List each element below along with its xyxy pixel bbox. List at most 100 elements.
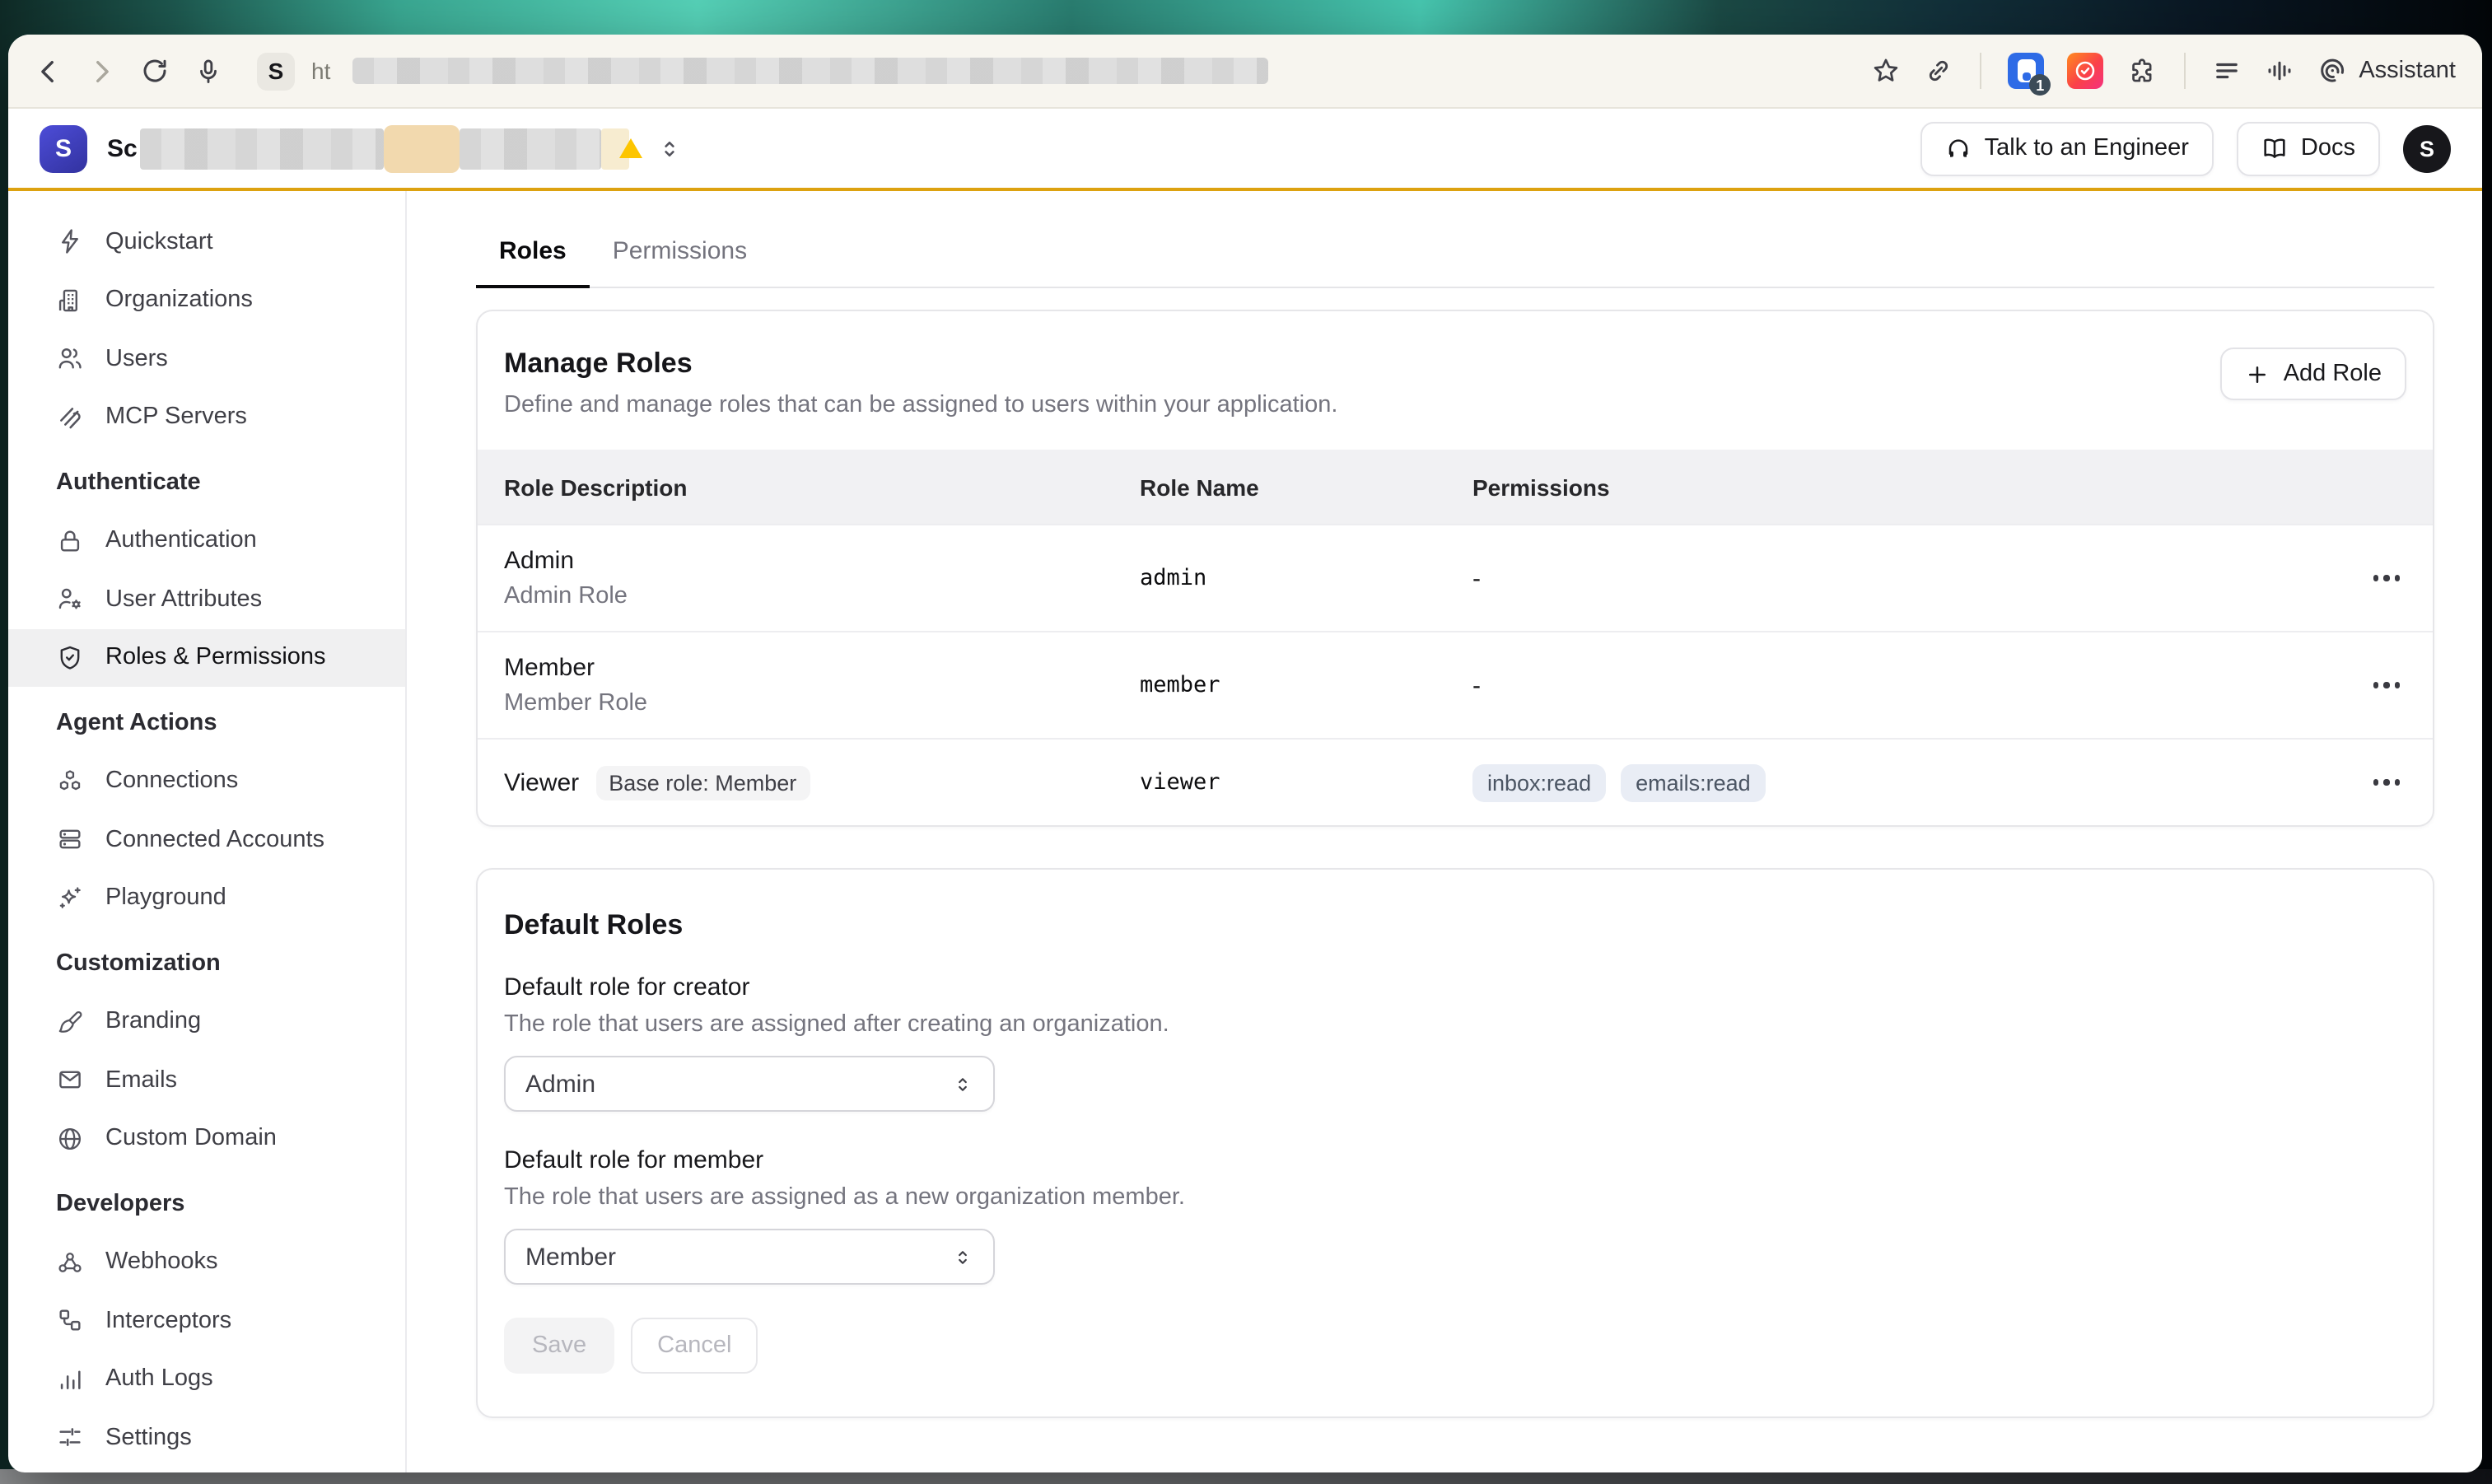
bookmark-star-icon[interactable]: [1871, 56, 1901, 86]
globe-icon: [56, 1125, 84, 1153]
sidebar-section-agent-actions: Agent Actions: [8, 693, 405, 752]
sidebar-item-custom-domain[interactable]: Custom Domain: [8, 1109, 405, 1168]
redacted-project-name: [141, 128, 643, 169]
sidebar-section-authenticate: Authenticate: [8, 453, 405, 511]
sidebar-item-connections[interactable]: Connections: [8, 752, 405, 810]
headphones-icon: [1945, 135, 1972, 161]
sidebar-item-label: Interceptors: [105, 1308, 231, 1334]
column-role-description: Role Description: [504, 474, 1140, 500]
table-row-member: Member Member Role member -: [478, 631, 2433, 738]
waveform-icon[interactable]: [2265, 56, 2294, 86]
sidebar-item-label: Roles & Permissions: [105, 645, 326, 671]
table-header: Role Description Role Name Permissions: [478, 450, 2433, 524]
interceptor-icon: [56, 1307, 84, 1335]
extension-red-clock-icon[interactable]: [2067, 53, 2103, 89]
cancel-button[interactable]: Cancel: [631, 1318, 758, 1374]
sidebar-item-label: Organizations: [105, 287, 253, 314]
sidebar-item-interceptors[interactable]: Interceptors: [8, 1291, 405, 1350]
chevrons-up-down-icon: [952, 1073, 973, 1094]
sidebar-item-label: Custom Domain: [105, 1126, 277, 1152]
role-slug: member: [1140, 672, 1472, 698]
row-menu-icon[interactable]: [2340, 770, 2433, 796]
sidebar-item-label: Connections: [105, 768, 238, 795]
toolbar-divider: [1980, 53, 1981, 89]
docs-button[interactable]: Docs: [2237, 121, 2380, 175]
sidebar-item-auth-logs[interactable]: Auth Logs: [8, 1350, 405, 1408]
forward-icon[interactable]: [87, 57, 115, 85]
chevrons-up-down-icon: [658, 136, 683, 161]
sidebar-item-emails[interactable]: Emails: [8, 1051, 405, 1109]
base-role-badge: Base role: Member: [595, 765, 810, 800]
sidebar-item-organizations[interactable]: Organizations: [8, 271, 405, 329]
column-role-name: Role Name: [1140, 474, 1472, 500]
talk-to-engineer-button[interactable]: Talk to an Engineer: [1920, 121, 2214, 175]
plus-icon: [2246, 362, 2270, 386]
sidebar-item-connected-accounts[interactable]: Connected Accounts: [8, 810, 405, 869]
assistant-label: Assistant: [2359, 58, 2456, 84]
row-menu-icon[interactable]: [2340, 673, 2433, 698]
assistant-button[interactable]: Assistant: [2317, 56, 2456, 86]
sparkles-icon: [56, 884, 84, 912]
save-button[interactable]: Save: [504, 1318, 614, 1374]
mic-icon[interactable]: [194, 57, 222, 85]
browser-window: S ht 1: [8, 35, 2482, 1472]
table-row-viewer: Viewer Base role: Member viewer inbox:re…: [478, 738, 2433, 825]
tab-roles[interactable]: Roles: [476, 234, 590, 288]
row-menu-icon[interactable]: [2340, 566, 2433, 591]
sidebar: Quickstart Organizations Users MCP Serve…: [8, 191, 407, 1472]
extension-blue-icon[interactable]: 1: [2008, 53, 2044, 89]
browser-toolbar: S ht 1: [8, 35, 2482, 109]
back-icon[interactable]: [35, 57, 63, 85]
sidebar-item-settings[interactable]: Settings: [8, 1408, 405, 1467]
warning-triangle-icon: [620, 138, 643, 158]
sidebar-item-user-attributes[interactable]: User Attributes: [8, 570, 405, 628]
sidebar-item-roles-permissions[interactable]: Roles & Permissions: [8, 628, 405, 687]
permissions-empty: -: [1472, 671, 2340, 699]
mail-icon: [56, 1066, 84, 1094]
sidebar-item-users[interactable]: Users: [8, 329, 405, 388]
sidebar-item-mcp-servers[interactable]: MCP Servers: [8, 388, 405, 446]
url-text[interactable]: ht: [311, 58, 330, 84]
member-label: Default role for member: [504, 1146, 2406, 1174]
sliders-icon: [56, 1424, 84, 1452]
bar-chart-icon: [56, 1365, 84, 1393]
sidebar-item-label: Auth Logs: [105, 1366, 213, 1393]
users-icon: [56, 345, 84, 373]
assistant-swirl-icon: [2317, 56, 2347, 86]
sidebar-item-quickstart[interactable]: Quickstart: [8, 212, 405, 271]
sidebar-item-label: Connected Accounts: [105, 827, 324, 853]
creator-role-value: Admin: [525, 1070, 595, 1098]
column-permissions: Permissions: [1472, 474, 2340, 500]
sidebar-item-webhooks[interactable]: Webhooks: [8, 1233, 405, 1291]
shield-check-icon: [56, 644, 84, 672]
toolbar-divider: [2184, 53, 2186, 89]
role-title: Member: [504, 654, 1140, 682]
puzzle-extensions-icon[interactable]: [2126, 55, 2158, 86]
sidebar-item-playground[interactable]: Playground: [8, 869, 405, 927]
permissions-empty: -: [1472, 564, 2340, 592]
tab-permissions[interactable]: Permissions: [590, 234, 770, 288]
app-logo: S: [40, 124, 87, 172]
redacted-url: [352, 58, 1267, 84]
sidebar-item-label: Users: [105, 346, 168, 372]
building-icon: [56, 287, 84, 315]
manage-roles-title: Manage Roles: [504, 348, 1337, 380]
project-switcher[interactable]: Sc: [107, 128, 683, 169]
reload-icon[interactable]: [140, 56, 170, 86]
header-right-group: Talk to an Engineer Docs S: [1920, 121, 2451, 175]
sidebar-item-label: Branding: [105, 1009, 201, 1035]
sidebar-item-branding[interactable]: Branding: [8, 992, 405, 1051]
tab-bar: Roles Permissions: [476, 234, 2434, 288]
user-avatar[interactable]: S: [2403, 124, 2451, 172]
lock-icon: [56, 527, 84, 555]
reader-list-icon[interactable]: [2212, 56, 2242, 86]
manage-roles-card: Manage Roles Define and manage roles tha…: [476, 310, 2434, 827]
member-role-select[interactable]: Member: [504, 1229, 995, 1285]
chevrons-up-down-icon: [952, 1246, 973, 1267]
default-role-creator-group: Default role for creator The role that u…: [504, 973, 2406, 1112]
default-roles-card: Default Roles Default role for creator T…: [476, 868, 2434, 1418]
copy-link-icon[interactable]: [1924, 56, 1953, 86]
creator-role-select[interactable]: Admin: [504, 1056, 995, 1112]
add-role-button[interactable]: Add Role: [2221, 348, 2406, 400]
sidebar-item-authentication[interactable]: Authentication: [8, 511, 405, 570]
